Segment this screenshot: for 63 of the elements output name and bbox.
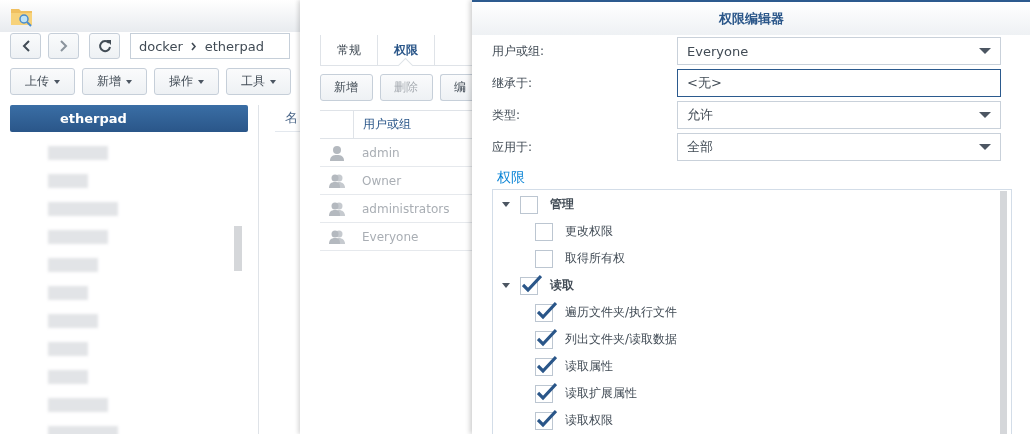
field-label: 应用于: bbox=[492, 138, 534, 156]
scrollbar[interactable] bbox=[1000, 191, 1007, 434]
table-cell-text: admin bbox=[361, 145, 400, 160]
permission-label: 更改权限 bbox=[565, 223, 613, 240]
path-segment[interactable]: etherpad bbox=[204, 38, 264, 54]
toolbar-button[interactable]: 新增 bbox=[82, 68, 147, 95]
permission-label: 取得所有权 bbox=[565, 250, 625, 267]
expand-caret-icon[interactable] bbox=[502, 202, 510, 207]
table-cell-text: Owner bbox=[361, 173, 402, 188]
toolbar-button[interactable]: 上传 bbox=[10, 68, 75, 95]
group-icon bbox=[328, 172, 345, 189]
blurred-item bbox=[48, 398, 108, 412]
checkbox[interactable] bbox=[520, 195, 538, 214]
refresh-icon bbox=[97, 39, 112, 53]
field-label: 类型: bbox=[492, 106, 522, 124]
sidebar-item[interactable]: etherpad bbox=[10, 105, 248, 132]
group-icon bbox=[328, 200, 345, 217]
checkbox[interactable] bbox=[535, 249, 553, 268]
blurred-item bbox=[48, 342, 88, 356]
dropdown-field[interactable]: Everyone bbox=[677, 37, 1001, 65]
section-heading: 权限 bbox=[497, 169, 526, 187]
action-button[interactable]: 新增 bbox=[320, 74, 373, 101]
dropdown-field[interactable]: 允许 bbox=[677, 101, 1001, 129]
back-button[interactable] bbox=[10, 33, 41, 59]
blurred-item bbox=[48, 146, 108, 160]
blurred-item bbox=[48, 230, 108, 244]
permission-label: 读取 bbox=[550, 277, 574, 294]
blurred-item bbox=[48, 174, 88, 188]
column-header[interactable]: 用户或组 bbox=[354, 111, 411, 138]
group-icon bbox=[328, 228, 345, 245]
permission-label: 遍历文件夹/执行文件 bbox=[565, 304, 678, 321]
user-icon bbox=[328, 144, 345, 161]
blurred-item bbox=[48, 202, 118, 216]
input-field[interactable]: <无> bbox=[677, 69, 1001, 97]
field-label: 继承于: bbox=[492, 74, 534, 92]
field-label: 用户或组: bbox=[492, 42, 546, 60]
dialog-title: 权限编辑器 bbox=[472, 2, 1030, 35]
path-segment[interactable]: docker bbox=[139, 38, 183, 54]
tab[interactable]: 权限 bbox=[378, 35, 435, 65]
table-cell-text: Everyone bbox=[361, 229, 419, 244]
toolbar-button[interactable]: 操作 bbox=[154, 68, 219, 95]
dropdown-field[interactable]: 全部 bbox=[677, 133, 1001, 161]
permission-label: 读取权限 bbox=[565, 412, 613, 429]
blurred-item bbox=[48, 286, 88, 300]
path-field[interactable]: docker etherpad bbox=[130, 33, 290, 59]
chevron-right-icon bbox=[190, 41, 197, 51]
refresh-button[interactable] bbox=[89, 33, 120, 59]
chevron-right-icon bbox=[58, 39, 69, 53]
blurred-item bbox=[48, 314, 98, 328]
tab[interactable]: 常规 bbox=[320, 35, 378, 65]
table-cell-text: administrators bbox=[361, 201, 450, 216]
blurred-item bbox=[48, 258, 98, 272]
permission-label: 读取扩展属性 bbox=[565, 385, 637, 402]
blurred-item bbox=[48, 370, 88, 384]
checkbox[interactable] bbox=[535, 222, 553, 241]
toolbar-button[interactable]: 工具 bbox=[226, 68, 291, 95]
permission-label: 列出文件夹/读取数据 bbox=[565, 331, 678, 348]
expand-caret-icon[interactable] bbox=[502, 283, 510, 288]
permission-label: 读取属性 bbox=[565, 358, 613, 375]
chevron-left-icon bbox=[20, 39, 31, 53]
permission-label: 管理 bbox=[550, 196, 574, 213]
scrollbar[interactable] bbox=[234, 226, 242, 271]
action-button[interactable]: 编 bbox=[440, 74, 472, 101]
